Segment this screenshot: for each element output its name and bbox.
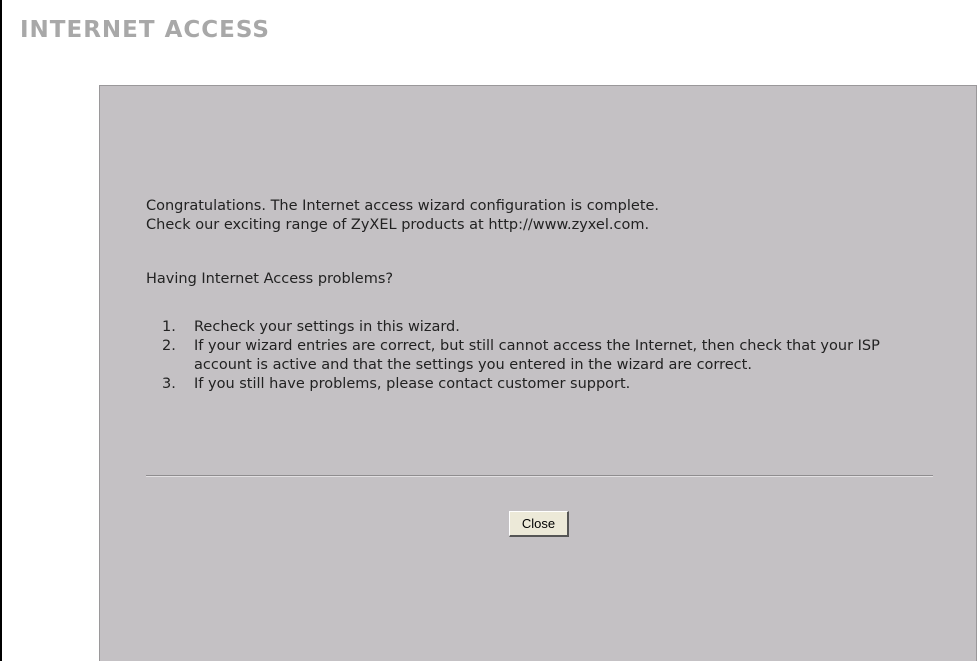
list-item-text: If you still have problems, please conta… <box>194 376 631 392</box>
divider <box>146 475 933 477</box>
list-item: 1. Recheck your settings in this wizard. <box>146 318 936 337</box>
list-item: 2. If your wizard entries are correct, b… <box>146 337 936 375</box>
wizard-page: INTERNET ACCESS Congratulations. The Int… <box>0 0 979 661</box>
close-button[interactable]: Close <box>509 511 569 537</box>
list-item-number: 2. <box>162 338 176 354</box>
list-item-number: 1. <box>162 319 176 335</box>
list-item-text: Recheck your settings in this wizard. <box>194 319 460 335</box>
list-item: 3. If you still have problems, please co… <box>146 375 936 394</box>
page-title: INTERNET ACCESS <box>20 17 270 43</box>
problems-heading: Having Internet Access problems? <box>146 271 394 287</box>
zyxel-link-text: Check our exciting range of ZyXEL produc… <box>146 217 650 233</box>
list-item-number: 3. <box>162 376 176 392</box>
list-item-text: If your wizard entries are correct, but … <box>194 338 880 373</box>
wizard-message: Congratulations. The Internet access wiz… <box>146 197 936 394</box>
wizard-panel: Congratulations. The Internet access wiz… <box>99 85 977 661</box>
troubleshooting-list: 1. Recheck your settings in this wizard.… <box>146 318 936 394</box>
congrats-text: Congratulations. The Internet access wiz… <box>146 198 660 214</box>
